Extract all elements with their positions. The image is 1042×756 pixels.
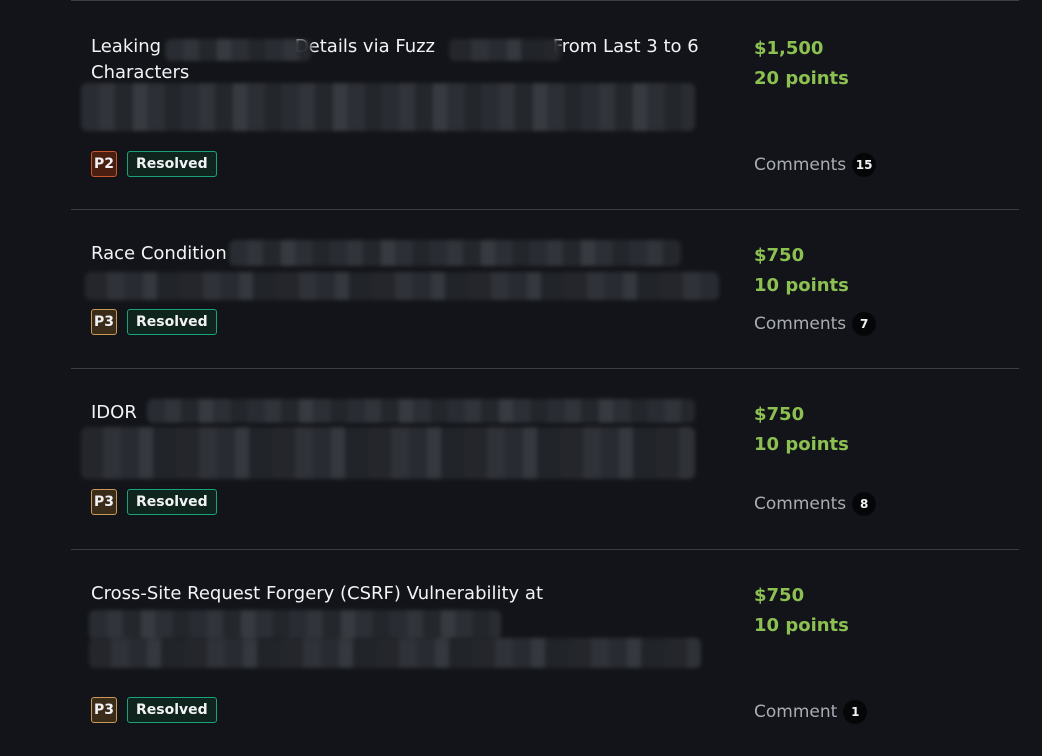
points-value: 10 points [754, 615, 849, 636]
report-card[interactable]: Leaking Details via Fuzz From Last 3 to … [71, 1, 1019, 209]
redacted-title-fragment [165, 39, 311, 61]
priority-badge: P3 [91, 489, 118, 515]
report-list: Leaking Details via Fuzz From Last 3 to … [71, 0, 1019, 756]
redacted-text-block [89, 610, 501, 640]
bounty-amount: $750 [754, 245, 805, 266]
report-badges: P3 Resolved [91, 697, 217, 723]
bounty-amount: $750 [754, 404, 805, 425]
comments-link[interactable]: Comments 7 [754, 312, 877, 336]
comments-count-badge: 1 [843, 700, 868, 724]
bounty-amount: $1,500 [754, 38, 824, 59]
comments-count-badge: 8 [852, 492, 877, 516]
points-value: 10 points [754, 275, 849, 296]
comments-count-badge: 7 [852, 312, 877, 336]
report-card[interactable]: Cross-Site Request Forgery (CSRF) Vulner… [71, 550, 1019, 756]
report-card[interactable]: IDOR P3 Resolved $750 10 points Comments… [71, 369, 1019, 549]
status-badge: Resolved [127, 697, 217, 723]
comments-link[interactable]: Comments 15 [754, 153, 877, 177]
redacted-text-block [81, 83, 695, 131]
comments-label: Comments [754, 494, 847, 514]
priority-badge: P2 [91, 151, 118, 177]
comments-label: Comments [754, 155, 847, 175]
report-title-part: From Last 3 to 6 [552, 36, 699, 57]
comments-link[interactable]: Comment 1 [754, 700, 868, 724]
report-title-part: Details via Fuzz [294, 36, 441, 57]
redacted-text-block [81, 427, 695, 479]
report-title-lead: Leaking [91, 36, 167, 57]
report-badges: P3 Resolved [91, 309, 217, 335]
points-value: 20 points [754, 68, 849, 89]
redacted-text-block [85, 272, 719, 300]
redacted-title-fragment [449, 39, 561, 61]
report-badges: P2 Resolved [91, 151, 217, 177]
bounty-amount: $750 [754, 585, 805, 606]
status-badge: Resolved [127, 151, 217, 177]
comments-label: Comment [754, 702, 838, 722]
status-badge: Resolved [127, 309, 217, 335]
comments-label: Comments [754, 314, 847, 334]
report-card[interactable]: Race Condition P3 Resolved $750 10 point… [71, 210, 1019, 368]
redacted-text-block [229, 240, 681, 266]
points-value: 10 points [754, 434, 849, 455]
redacted-text-block [147, 399, 695, 423]
report-title[interactable]: Cross-Site Request Forgery (CSRF) Vulner… [91, 581, 721, 607]
comments-count-badge: 15 [852, 153, 877, 177]
comments-link[interactable]: Comments 8 [754, 492, 877, 516]
status-badge: Resolved [127, 489, 217, 515]
report-title-line2: Characters [91, 62, 190, 83]
priority-badge: P3 [91, 697, 118, 723]
priority-badge: P3 [91, 309, 118, 335]
report-badges: P3 Resolved [91, 489, 217, 515]
redacted-text-block [89, 638, 701, 668]
